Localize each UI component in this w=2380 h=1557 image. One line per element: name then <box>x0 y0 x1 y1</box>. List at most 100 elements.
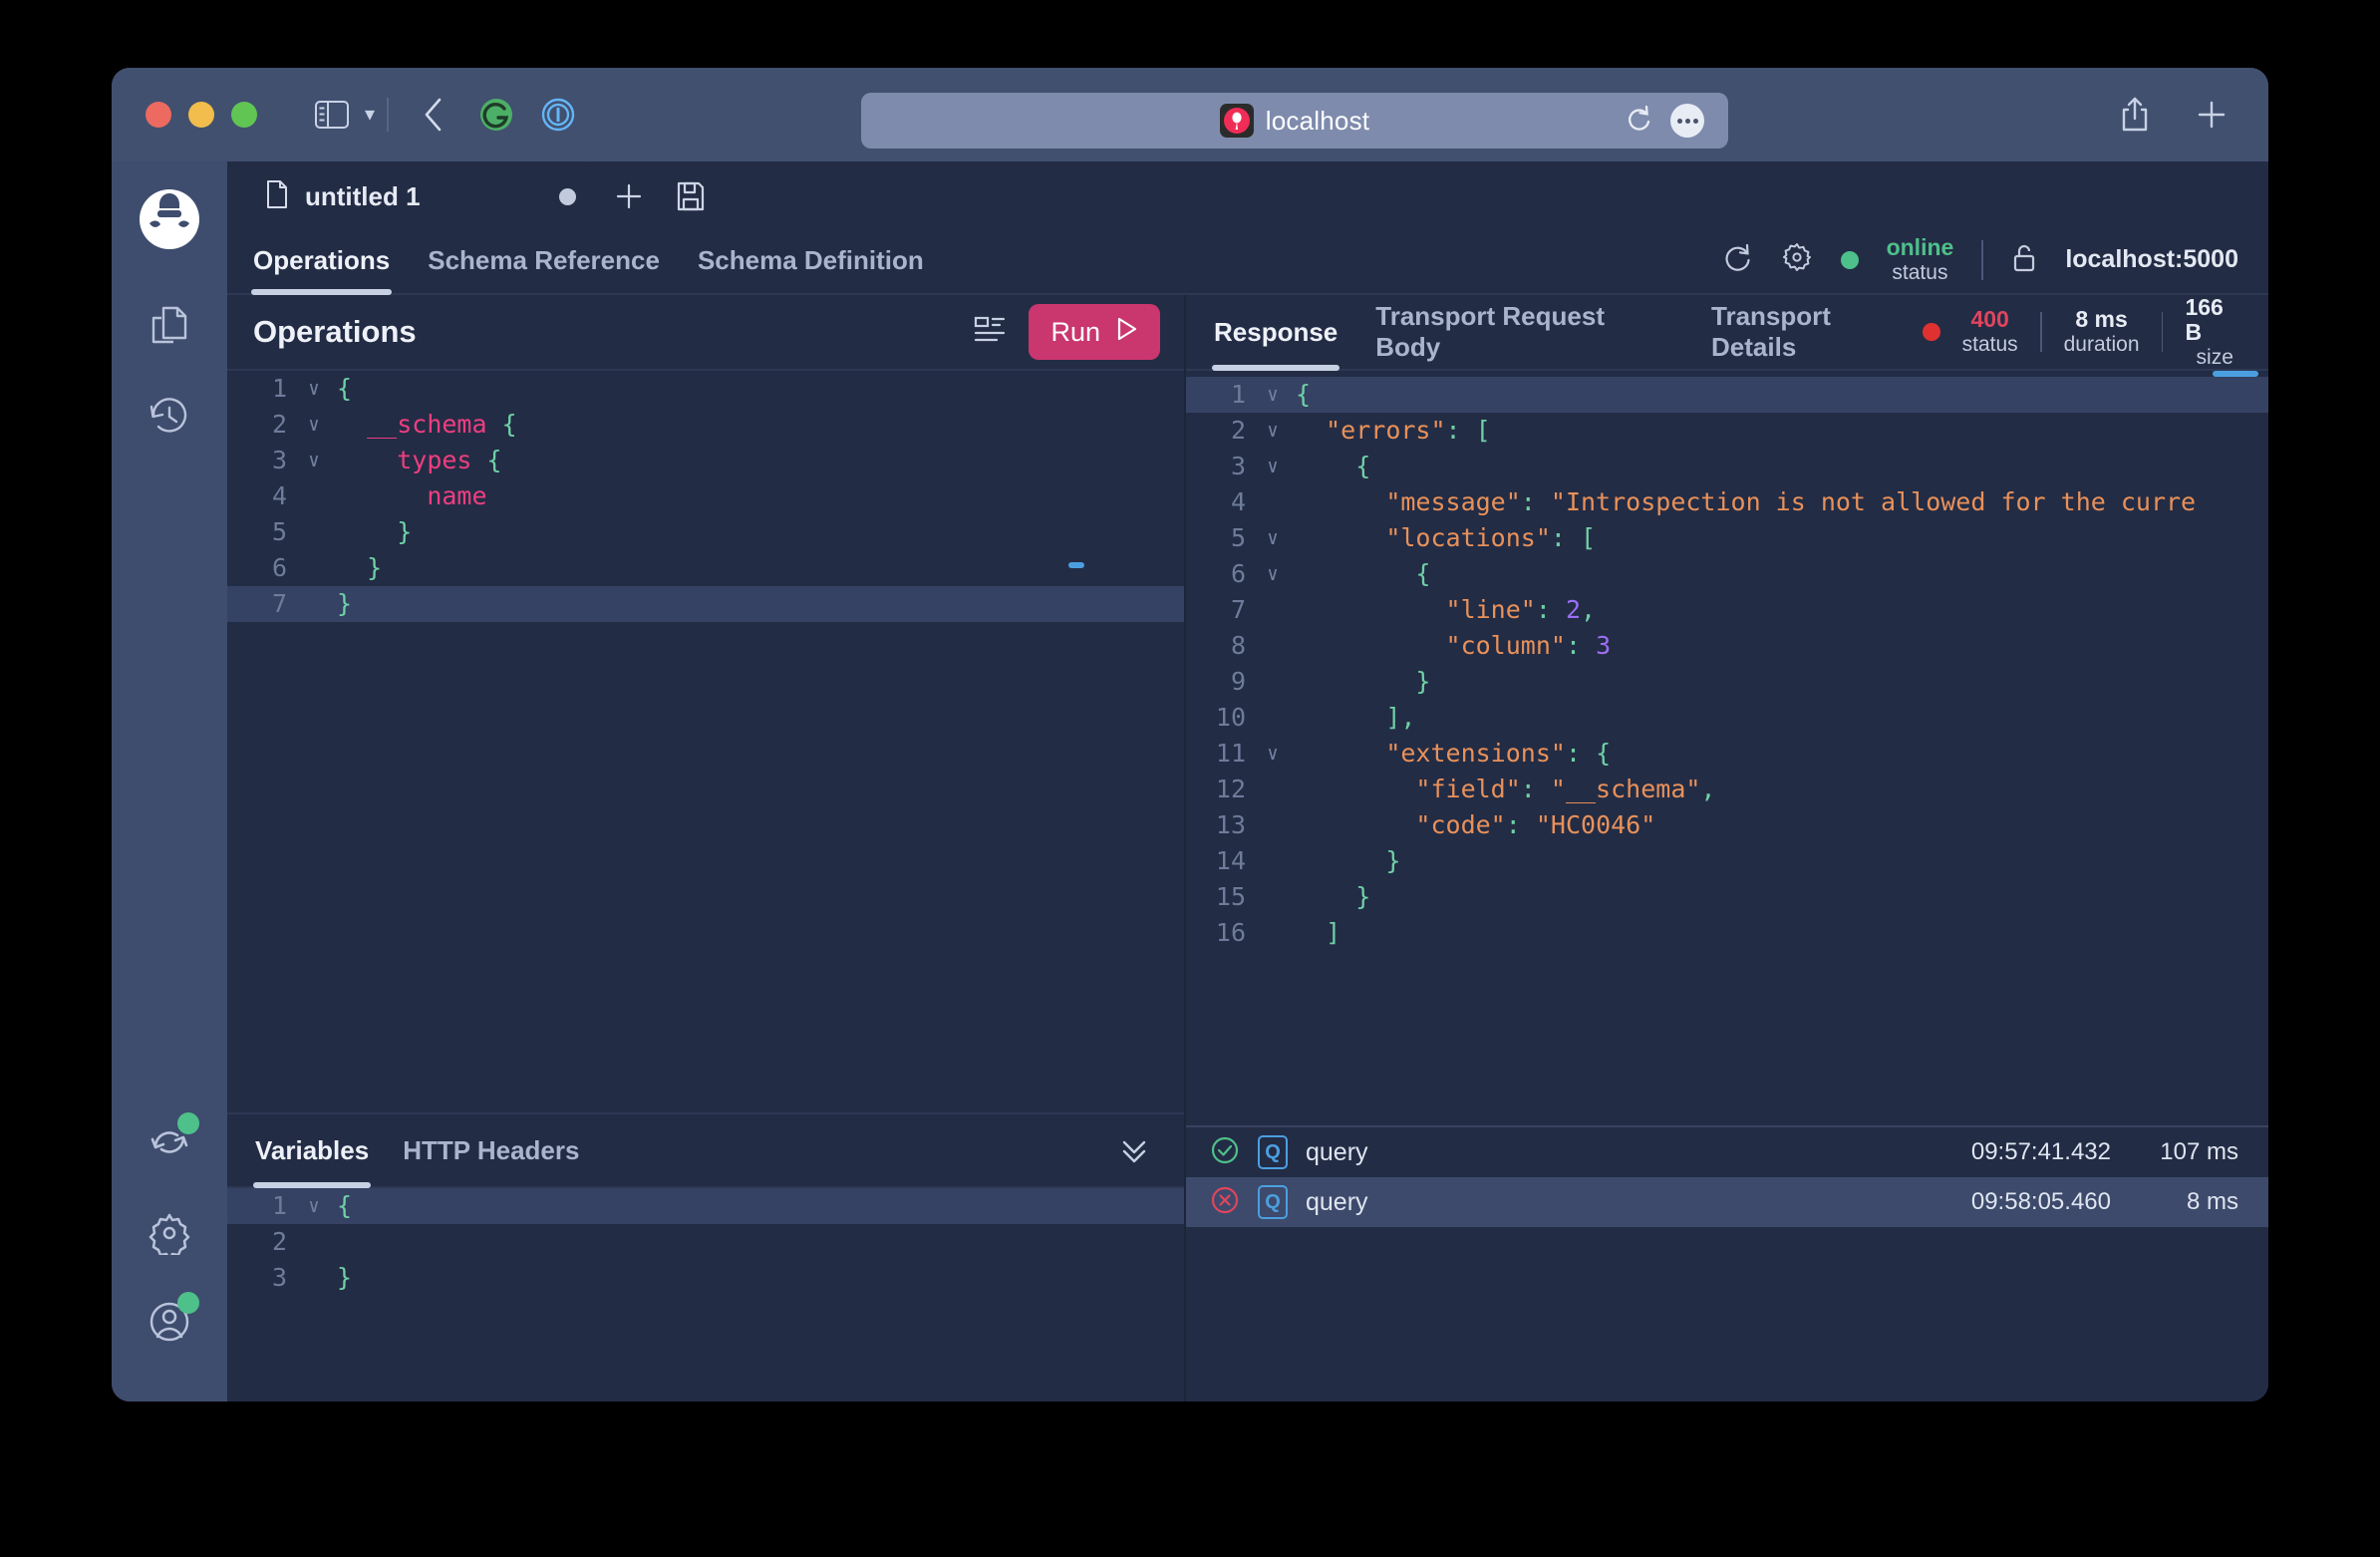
code-text: } <box>1415 667 1431 696</box>
tab-transport-details[interactable]: Transport Details <box>1709 295 1923 369</box>
tab-response[interactable]: Response <box>1212 295 1340 371</box>
new-tab-plus-icon[interactable] <box>2195 98 2229 132</box>
variables-header: Variables HTTP Headers <box>227 1114 1184 1188</box>
more-dots-icon[interactable] <box>1670 104 1704 138</box>
unsaved-indicator <box>559 187 576 205</box>
metric-divider <box>2039 312 2042 352</box>
code-text: { <box>337 374 353 403</box>
request-history-list: Qquery 09:57:41.432 107 ms Qquery 09:58:05.4… <box>1186 1125 2268 1227</box>
schema-nav-tabs: Operations Schema Reference Schema Defin… <box>251 227 926 295</box>
gear-icon[interactable] <box>1781 241 1813 278</box>
close-button[interactable] <box>146 102 171 128</box>
address-bar[interactable]: localhost <box>861 93 1728 149</box>
line-number: 6 <box>271 553 287 582</box>
status-dot <box>1840 250 1859 269</box>
code-line: 8 "column": 3 <box>1186 628 2268 664</box>
fold-toggle[interactable]: ∨ <box>1256 736 1290 772</box>
code-text: } <box>1355 882 1371 911</box>
code-text: "column": 3 <box>1445 631 1612 660</box>
pane-splitter-handle[interactable] <box>1068 562 1084 568</box>
code-line: 6 ∨ { <box>1186 556 2268 592</box>
code-text: "line": 2, <box>1445 595 1597 624</box>
code-line: 2 <box>227 1224 1184 1260</box>
sidebar-item-settings[interactable] <box>134 1196 205 1268</box>
1password-extension-icon[interactable] <box>540 97 576 133</box>
fold-toggle[interactable]: ∨ <box>297 407 331 443</box>
operations-editor[interactable]: 1 ∨{2 ∨ __schema {3 ∨ types {4 name 5 } 6 } 7} <box>227 371 1184 1112</box>
line-number: 5 <box>1230 523 1246 552</box>
chevron-down-icon[interactable]: ▾ <box>365 105 375 125</box>
code-text: { <box>1415 559 1431 588</box>
code-line: 2 ∨ __schema { <box>227 407 1184 443</box>
code-line: 5 ∨ "locations": [ <box>1186 520 2268 556</box>
response-editor[interactable]: 1 ∨{2 ∨ "errors": [3 ∨ {4 "message": "Intro… <box>1186 371 2268 1125</box>
code-line: 3 ∨ { <box>1186 449 2268 484</box>
app-content: untitled 1 Operations Schema Reference S… <box>227 161 2268 1401</box>
tab-schema-reference[interactable]: Schema Reference <box>426 227 662 293</box>
sidebar-item-account[interactable] <box>134 1286 205 1358</box>
history-row[interactable]: Qquery 09:58:05.460 8 ms <box>1186 1177 2268 1227</box>
history-operation-name: query <box>1306 1137 1368 1166</box>
code-line: 4 "message": "Introspection is not allow… <box>1186 484 2268 520</box>
fold-toggle[interactable]: ∨ <box>1256 377 1290 413</box>
line-number: 11 <box>1215 739 1246 768</box>
code-line: 1 ∨{ <box>227 1188 1184 1224</box>
minimize-button[interactable] <box>188 102 214 128</box>
fold-toggle[interactable]: ∨ <box>297 371 331 407</box>
share-icon[interactable] <box>2119 96 2151 134</box>
line-number: 4 <box>1230 487 1246 516</box>
variables-editor[interactable]: 1 ∨{2 3} <box>227 1188 1184 1401</box>
sidebar-item-sync[interactable] <box>134 1106 205 1178</box>
new-document-button[interactable] <box>598 165 660 227</box>
document-tabstrip: untitled 1 <box>227 161 2268 227</box>
code-line: 5 } <box>227 514 1184 550</box>
status-label: status <box>1892 261 1948 285</box>
reload-icon[interactable] <box>1625 104 1652 139</box>
tab-schema-definition[interactable]: Schema Definition <box>696 227 926 293</box>
document-tab-untitled-1[interactable]: untitled 1 <box>243 165 598 227</box>
tab-http-headers[interactable]: HTTP Headers <box>401 1114 581 1186</box>
code-line: 13 "code": "HC0046" <box>1186 807 2268 843</box>
fold-toggle[interactable]: ∨ <box>1256 413 1290 449</box>
sidebar-item-documents[interactable] <box>134 291 205 363</box>
double-chevron-down-icon[interactable] <box>1110 1126 1158 1174</box>
tab-operations[interactable]: Operations <box>251 227 393 295</box>
grammarly-extension-icon[interactable] <box>478 97 514 133</box>
line-number: 3 <box>271 1263 287 1292</box>
duration-value: 8 ms <box>2075 306 2128 333</box>
sidebar-toggle-icon[interactable] <box>315 101 349 129</box>
fold-toggle[interactable]: ∨ <box>297 443 331 478</box>
fold-toggle[interactable]: ∨ <box>1256 449 1290 484</box>
operation-type-badge: Q <box>1258 1135 1288 1169</box>
sidebar-item-history[interactable] <box>134 381 205 453</box>
fold-toggle[interactable]: ∨ <box>1256 556 1290 592</box>
maximize-button[interactable] <box>231 102 257 128</box>
code-line: 2 ∨ "errors": [ <box>1186 413 2268 449</box>
code-line: 3 ∨ types { <box>227 443 1184 478</box>
response-status-dot <box>1923 323 1940 341</box>
schema-nav-row: Operations Schema Reference Schema Defin… <box>227 227 2268 295</box>
fold-toggle[interactable]: ∨ <box>297 1188 331 1224</box>
history-row[interactable]: Qquery 09:57:41.432 107 ms <box>1186 1127 2268 1177</box>
tab-variables[interactable]: Variables <box>253 1114 372 1188</box>
line-number: 3 <box>271 446 287 474</box>
size-metric: 166 B size <box>2185 294 2244 370</box>
save-document-button[interactable] <box>660 165 722 227</box>
code-text: { <box>1355 452 1371 480</box>
refresh-icon[interactable] <box>1723 242 1753 277</box>
variables-section: Variables HTTP Headers 1 ∨ {2 3} <box>227 1112 1184 1401</box>
line-number: 4 <box>271 481 287 510</box>
back-chevron-icon[interactable] <box>423 97 445 133</box>
line-number: 1 <box>271 374 287 403</box>
documents-icon <box>148 304 191 350</box>
code-text: } <box>367 553 383 582</box>
run-button[interactable]: Run <box>1029 304 1160 360</box>
response-pane: Response Transport Request Body Transpor… <box>1186 294 2268 1401</box>
window-controls[interactable] <box>146 102 257 128</box>
format-document-icon[interactable] <box>973 314 1007 351</box>
fold-toggle[interactable]: ∨ <box>1256 520 1290 556</box>
code-line: 11 ∨ "extensions": { <box>1186 736 2268 772</box>
history-timestamp: 09:57:41.432 <box>1970 1138 2111 1165</box>
tab-transport-request-body[interactable]: Transport Request Body <box>1373 295 1675 369</box>
bananacakepop-app: untitled 1 Operations Schema Reference S… <box>112 161 2268 1401</box>
